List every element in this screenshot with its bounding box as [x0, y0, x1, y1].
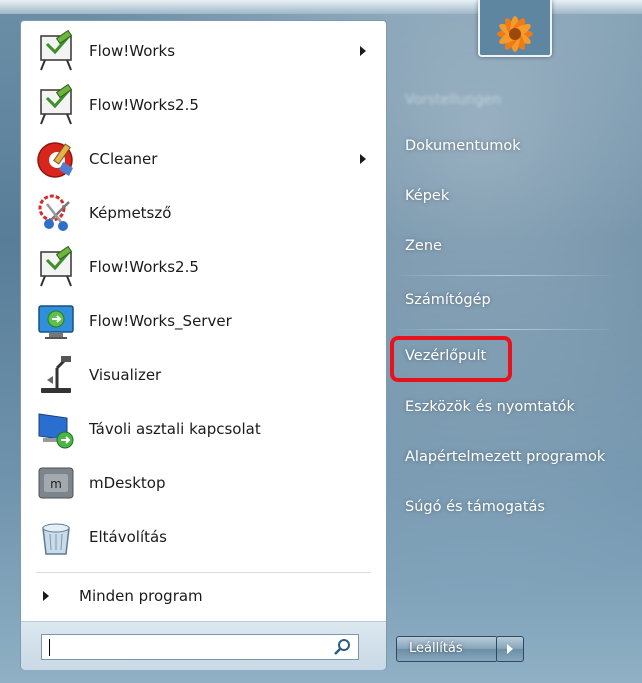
menu-item-sugo-es-tamogatas[interactable]: Súgó és támogatás	[396, 492, 554, 522]
flowworks-icon	[35, 83, 77, 126]
program-item-mdesktop[interactable]: m mDesktop	[31, 458, 376, 508]
program-item-visualizer[interactable]: Visualizer	[31, 350, 376, 400]
menu-item-kepek[interactable]: Képek	[396, 181, 458, 211]
all-programs-label: Minden program	[79, 587, 203, 605]
shutdown-options-button[interactable]	[496, 636, 524, 662]
flowworks-icon	[35, 29, 77, 72]
program-list-pane: Flow!Works Flow!Works2.5 CCleaner Képmet…	[20, 20, 387, 670]
right-separator	[398, 275, 610, 276]
submenu-arrow-icon	[360, 154, 366, 164]
program-item-remote-desktop[interactable]: Távoli asztali kapcsolat	[31, 404, 376, 454]
submenu-arrow-icon	[360, 46, 366, 56]
flowworks-icon	[35, 245, 77, 288]
program-item-flowworks25-b[interactable]: Flow!Works2.5	[31, 242, 376, 292]
menu-item-szamitogep[interactable]: Számítógép	[396, 285, 500, 315]
shutdown-button[interactable]: Leállítás	[396, 636, 498, 662]
user-avatar[interactable]	[478, 0, 552, 57]
program-label: Képmetsző	[89, 204, 172, 222]
program-item-flowworks25[interactable]: Flow!Works2.5	[31, 80, 376, 130]
visualizer-icon	[35, 354, 77, 396]
program-label: Visualizer	[89, 366, 162, 384]
svg-text:m: m	[50, 477, 62, 491]
program-label: mDesktop	[89, 474, 166, 492]
search-input[interactable]	[41, 634, 359, 660]
user-name-blurred[interactable]: Vorstellungen	[405, 92, 501, 108]
program-label: Eltávolítás	[89, 528, 167, 546]
right-separator	[398, 329, 610, 330]
remote-desktop-icon	[35, 408, 77, 450]
right-arrow-icon	[43, 591, 49, 601]
program-item-kepmetszo[interactable]: Képmetsző	[31, 188, 376, 238]
program-label: Flow!Works_Server	[89, 312, 232, 330]
program-item-ccleaner[interactable]: CCleaner	[31, 134, 376, 184]
program-item-uninstall[interactable]: Eltávolítás	[31, 512, 376, 562]
ccleaner-icon	[35, 138, 77, 180]
search-area	[21, 621, 386, 670]
program-label: Flow!Works2.5	[89, 96, 199, 114]
search-icon[interactable]	[331, 636, 355, 658]
menu-item-zene[interactable]: Zene	[396, 231, 451, 261]
menu-item-dokumentumok[interactable]: Dokumentumok	[396, 131, 530, 161]
right-arrow-icon	[507, 644, 513, 654]
separator	[36, 572, 371, 573]
menu-item-eszkozok-es-nyomtatok[interactable]: Eszközök és nyomtatók	[396, 392, 584, 422]
program-label: Flow!Works2.5	[89, 258, 199, 276]
snipping-tool-icon	[35, 192, 77, 234]
server-icon	[35, 300, 77, 342]
program-label: Távoli asztali kapcsolat	[89, 420, 261, 438]
highlight-box	[390, 336, 512, 382]
program-label: Flow!Works	[89, 42, 176, 60]
text-caret	[49, 639, 50, 656]
program-item-flowworks[interactable]: Flow!Works	[31, 26, 376, 76]
mdesktop-icon: m	[35, 462, 77, 504]
program-label: CCleaner	[89, 150, 158, 168]
all-programs-button[interactable]: Minden program	[31, 581, 376, 611]
uninstall-icon	[35, 516, 77, 558]
program-item-flowworks-server[interactable]: Flow!Works_Server	[31, 296, 376, 346]
menu-item-alapertelmezett-programok[interactable]: Alapértelmezett programok	[396, 442, 614, 472]
